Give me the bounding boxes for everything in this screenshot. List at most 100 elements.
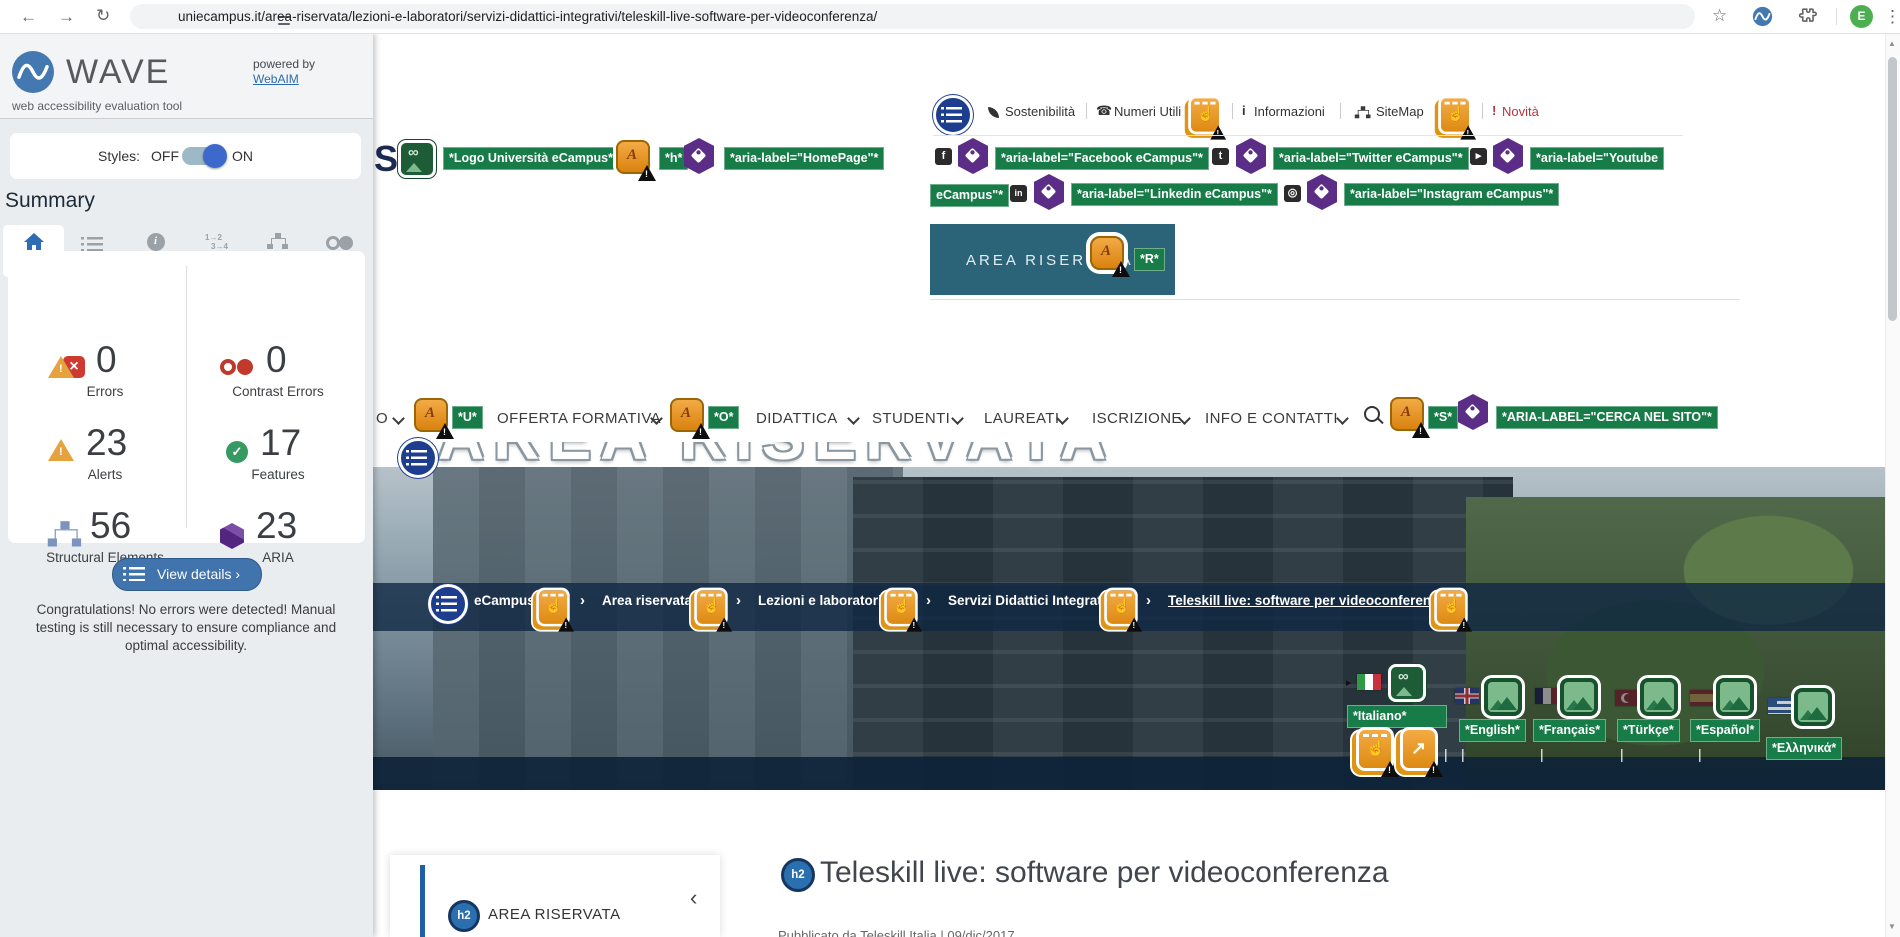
wave-alert-icon[interactable] (1188, 96, 1221, 135)
wave-alert-a-icon[interactable] (1090, 236, 1124, 270)
wave-alert-a-icon[interactable] (1390, 397, 1424, 431)
styles-card: Styles: OFF ON (10, 133, 361, 179)
styles-label: Styles: (98, 148, 140, 164)
back-icon[interactable]: ← (20, 8, 37, 25)
chevron-left-icon[interactable]: ‹ (690, 885, 697, 911)
flag-turkey-icon[interactable] (1615, 690, 1639, 706)
breadcrumb-area-riservata[interactable]: Area riservata (602, 593, 692, 608)
utility-sitemap[interactable]: SiteMap (1376, 104, 1424, 119)
lang-separator: | (1620, 746, 1624, 762)
reload-icon[interactable]: ↻ (96, 7, 110, 24)
alerts-icon: ! (48, 356, 74, 378)
utility-sostenibilita[interactable]: Sostenibilità (1005, 104, 1075, 119)
nav-info-contatti[interactable]: INFO E CONTATTI (1205, 410, 1338, 427)
wave-alert-a-icon[interactable] (670, 398, 704, 432)
view-details-button[interactable]: View details › (112, 558, 262, 591)
image-icon[interactable] (1484, 678, 1522, 716)
forward-icon[interactable]: → (58, 8, 75, 25)
flag-greece-icon[interactable] (1768, 698, 1792, 714)
extensions-puzzle-icon[interactable] (1798, 6, 1817, 30)
wave-label-r: *R* (1134, 248, 1165, 271)
lang-italiano[interactable]: *Italiano* (1347, 705, 1447, 728)
screen: ← → ↻ uniecampus.it/area-riservata/lezio… (0, 0, 1900, 937)
nav-offerta-formativa[interactable]: OFFERTA FORMATIVA (497, 410, 661, 427)
wave-alert-icon[interactable] (536, 588, 569, 627)
alerts-count: 23 (86, 422, 127, 464)
contrast-errors-count: 0 (266, 339, 287, 381)
list-circle-icon (428, 584, 468, 624)
image-icon[interactable] (1640, 678, 1678, 716)
wave-panel: WAVE powered by WebAIM web accessibility… (0, 33, 373, 937)
page-scrollbar[interactable]: ▲ ▼ (1885, 33, 1900, 937)
header-divider (930, 299, 1740, 300)
nav-didattica[interactable]: DIDATTICA (756, 410, 838, 427)
webaim-link[interactable]: WebAIM (253, 72, 299, 86)
wave-alert-a-icon[interactable] (414, 398, 448, 432)
sidebar-card[interactable]: h2 AREA RISERVATA ‹ (390, 855, 720, 937)
profile-avatar[interactable]: E (1850, 5, 1873, 28)
image-icon[interactable] (1794, 688, 1832, 726)
lang-espanol[interactable]: *Español* (1690, 719, 1760, 742)
breadcrumb-servizi[interactable]: Servizi Didattici Integrativi (948, 593, 1117, 608)
breadcrumb-ecampus[interactable]: eCampus (474, 593, 535, 608)
breadcrumb-separator: › (736, 592, 741, 609)
image-icon[interactable] (1560, 678, 1598, 716)
url-text[interactable]: uniecampus.it/area-riservata/lezioni-e-l… (178, 9, 877, 24)
search-icon[interactable] (1364, 406, 1380, 422)
facebook-icon[interactable]: f (935, 148, 952, 165)
byline: Pubblicato da Teleskill Italia | 09/dic/… (778, 928, 1015, 937)
wave-alert-icon[interactable] (694, 588, 727, 627)
youtube-icon[interactable]: ▸ (1470, 148, 1487, 165)
wave-extension-icon[interactable] (1752, 6, 1773, 32)
nav-iscrizione[interactable]: ISCRIZIONE (1092, 410, 1182, 427)
flag-spain-icon[interactable] (1690, 690, 1714, 706)
utility-informazioni[interactable]: Informazioni (1254, 104, 1325, 119)
wave-alert-icon[interactable] (1434, 588, 1467, 627)
lang-francais[interactable]: *Français* (1533, 719, 1606, 742)
errors-label: Errors (20, 384, 190, 399)
wave-brand: WAVE (66, 53, 170, 92)
logo-fragment: S (374, 138, 398, 180)
lang-turkce[interactable]: *Türkçe* (1617, 719, 1680, 742)
flag-italy-icon[interactable] (1357, 674, 1381, 690)
twitter-icon[interactable]: t (1212, 148, 1229, 165)
instagram-icon[interactable]: ◎ (1284, 185, 1301, 202)
wave-label-linkedin: *aria-label="Linkedin eCampus"* (1071, 183, 1278, 206)
flag-france-icon[interactable] (1535, 688, 1559, 704)
lang-english[interactable]: *English* (1459, 719, 1526, 742)
scrollbar-thumb[interactable] (1888, 57, 1897, 321)
linked-image-icon[interactable] (398, 140, 436, 178)
breadcrumb-current[interactable]: Teleskill live: software per videoconfer… (1168, 593, 1445, 608)
breadcrumb-lezioni[interactable]: Lezioni e laboratori (758, 593, 882, 608)
image-icon[interactable] (1716, 678, 1754, 716)
wave-header: WAVE powered by WebAIM web accessibility… (0, 33, 373, 119)
styles-toggle[interactable] (182, 147, 224, 165)
lang-ellinika[interactable]: *Ελληνικά* (1766, 737, 1842, 760)
header-divider (933, 135, 1683, 136)
nav-fragment[interactable]: O (376, 410, 388, 427)
wave-alert-a-icon[interactable] (616, 140, 650, 174)
wave-alert-icon[interactable] (884, 588, 917, 627)
utility-novita[interactable]: Novità (1502, 104, 1539, 119)
h2-badge: h2 (781, 858, 815, 892)
wave-alert-icon[interactable] (1356, 727, 1394, 771)
scroll-down-icon[interactable]: ▼ (1888, 922, 1896, 931)
aria-count: 23 (256, 505, 297, 547)
wave-label-youtube-2: eCampus"* (930, 184, 1009, 207)
alerts-label: Alerts (20, 467, 190, 482)
nav-laureati[interactable]: LAUREATI (984, 410, 1059, 427)
linked-image-icon[interactable] (1388, 664, 1426, 702)
utility-numeri-utili[interactable]: Numeri Utili (1114, 104, 1181, 119)
nav-studenti[interactable]: STUDENTI (872, 410, 950, 427)
errors-count: 0 (96, 339, 117, 381)
scroll-up-icon[interactable]: ▲ (1888, 39, 1896, 48)
wave-alert-newwindow-icon[interactable] (1400, 727, 1438, 771)
bookmark-star-icon[interactable]: ☆ (1712, 7, 1727, 24)
list-circle-icon (933, 95, 973, 135)
wave-alert-icon[interactable] (1104, 588, 1137, 627)
browser-menu-icon[interactable]: ⋮ (1884, 8, 1900, 25)
wave-alert-icon[interactable] (1438, 96, 1471, 135)
flag-uk-icon[interactable] (1455, 688, 1479, 704)
sitemap-icon (1355, 106, 1372, 120)
linkedin-icon[interactable]: in (1010, 185, 1027, 202)
